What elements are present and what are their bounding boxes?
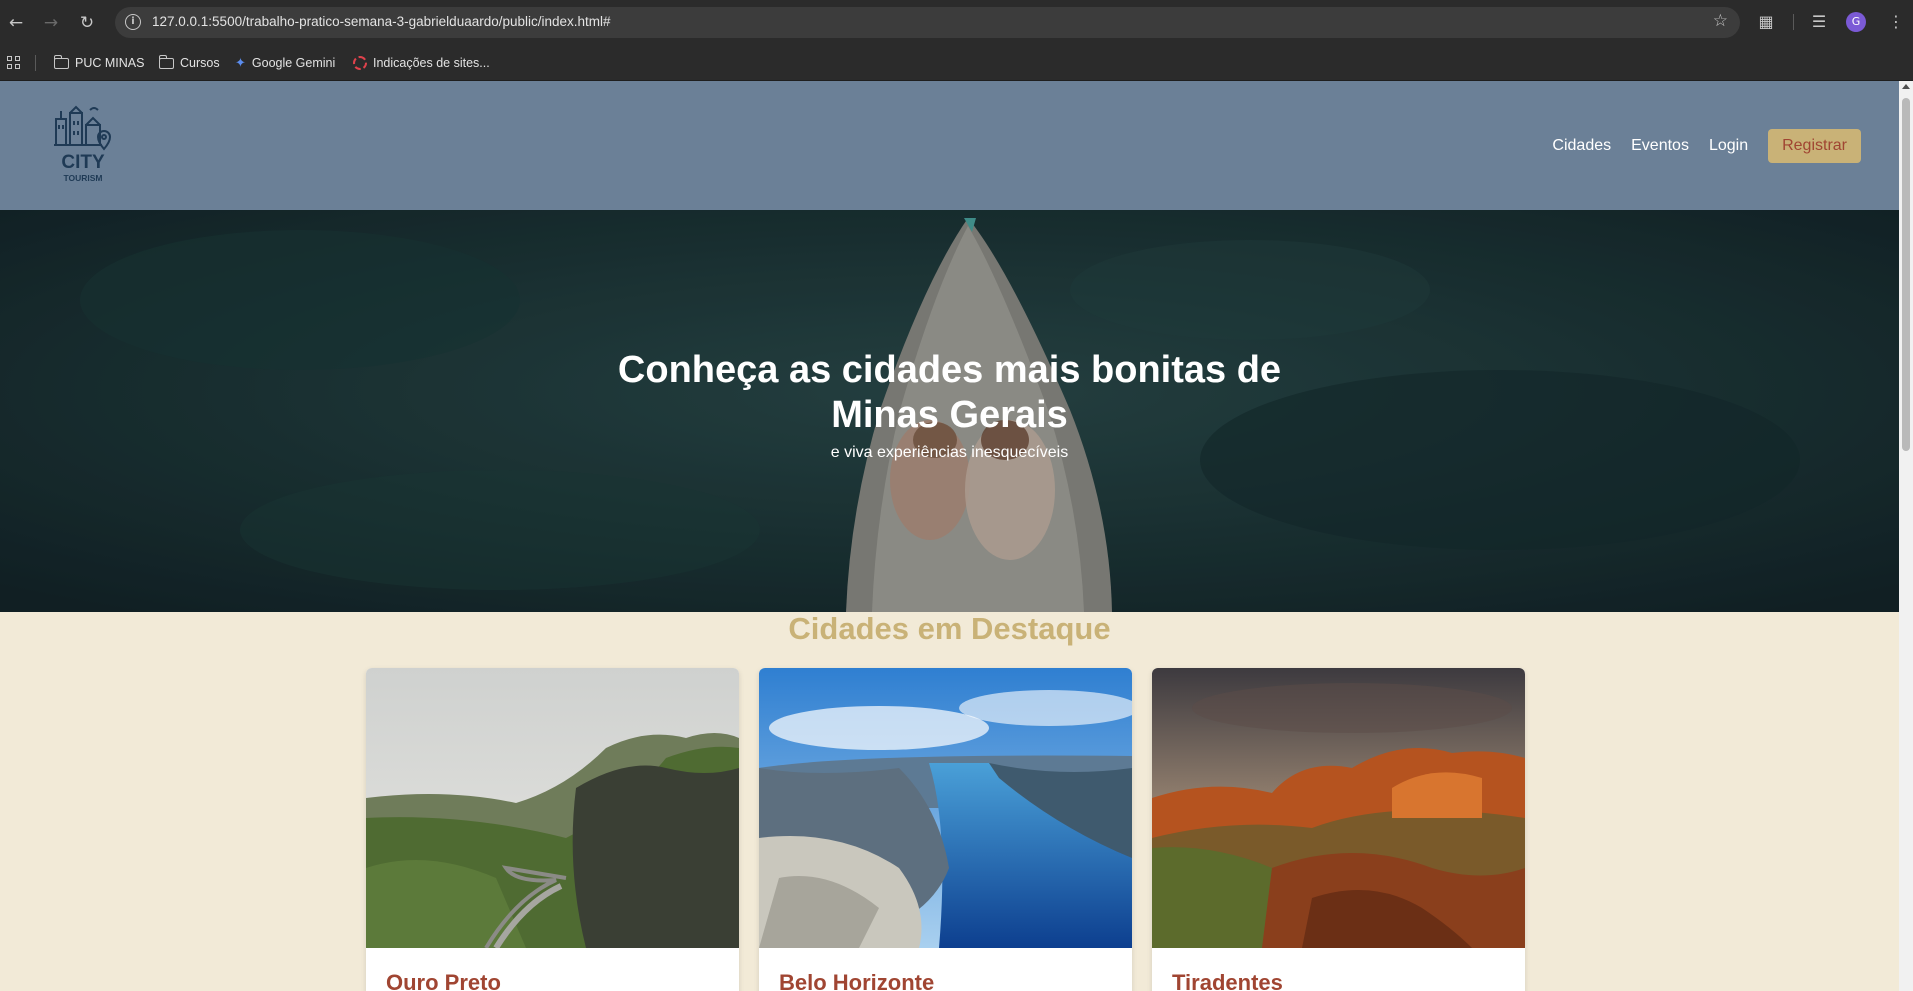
city-card-tiradentes[interactable]: Tiradentes [1152, 668, 1525, 991]
toolbar-divider [1793, 14, 1794, 30]
bookmark-label: Cursos [180, 56, 220, 70]
bookmark-indicacoes[interactable]: Indicações de sites... [353, 45, 490, 81]
nav-link-login[interactable]: Login [1709, 137, 1748, 155]
hero-banner: Conheça as cidades mais bonitas de Minas… [0, 210, 1899, 612]
hero-title: Conheça as cidades mais bonitas de Minas… [617, 349, 1282, 436]
city-card-ouro-preto[interactable]: Ouro Preto [366, 668, 739, 991]
bookmark-label: Google Gemini [251, 56, 336, 70]
page-viewport: CITY TOURISM Cidades Eventos Login Regis… [0, 81, 1899, 991]
media-controls-icon[interactable]: ☰ [1808, 11, 1830, 33]
menu-kebab-icon[interactable]: ⋮ [1885, 11, 1907, 33]
bookmark-cursos[interactable]: Cursos [158, 45, 220, 81]
extensions-icon[interactable]: ▦ [1755, 11, 1777, 33]
bookmark-google-gemini[interactable]: ✦ Google Gemini [235, 45, 335, 81]
city-card-title: Belo Horizonte [779, 970, 935, 991]
hero-subtitle: e viva experiências inesquecíveis [830, 444, 1069, 461]
page-scrollbar[interactable] [1899, 81, 1913, 991]
address-bar-url[interactable]: 127.0.0.1:5500/trabalho-pratico-semana-3… [152, 14, 611, 29]
gemini-icon: ✦ [235, 55, 246, 71]
city-tourism-logo[interactable]: CITY TOURISM [50, 105, 116, 189]
profile-avatar[interactable]: G [1846, 12, 1866, 32]
browser-toolbar: ← → ↻ i 127.0.0.1:5500/trabalho-pratico-… [0, 0, 1913, 45]
scrollbar-thumb[interactable] [1902, 98, 1910, 451]
address-bar[interactable]: i 127.0.0.1:5500/trabalho-pratico-semana… [115, 7, 1740, 38]
back-arrow-icon[interactable]: ← [4, 11, 28, 35]
forward-arrow-icon[interactable]: → [39, 11, 63, 35]
featured-section-title: Cidades em Destaque [788, 611, 1111, 646]
register-button[interactable]: Registrar [1768, 129, 1861, 163]
bookmark-label: Indicações de sites... [373, 56, 490, 70]
main-nav: Cidades Eventos Login Registrar [1552, 129, 1861, 163]
bookmark-label: PUC MINAS [75, 56, 145, 70]
city-card-belo-horizonte[interactable]: Belo Horizonte [759, 668, 1132, 991]
nav-link-eventos[interactable]: Eventos [1631, 137, 1689, 155]
dashed-circle-icon [353, 56, 367, 70]
city-card-title: Ouro Preto [386, 970, 501, 991]
folder-icon [158, 54, 174, 69]
bookmark-star-icon[interactable]: ☆ [1713, 11, 1728, 31]
city-card-title: Tiradentes [1172, 970, 1283, 991]
city-card-image[interactable] [1152, 668, 1525, 948]
site-info-icon[interactable]: i [125, 14, 141, 30]
logo-subtext: TOURISM [63, 173, 102, 183]
bookmark-puc-minas[interactable]: PUC MINAS [53, 45, 145, 81]
bookmarks-divider [35, 55, 36, 71]
city-card-image[interactable] [759, 668, 1132, 948]
city-card-image[interactable] [366, 668, 739, 948]
hero-text: Conheça as cidades mais bonitas de Minas… [0, 348, 1899, 462]
folder-icon [53, 54, 69, 69]
nav-link-cidades[interactable]: Cidades [1552, 137, 1611, 155]
logo-text: CITY [61, 152, 105, 173]
apps-grid-icon[interactable] [7, 56, 21, 70]
reload-icon[interactable]: ↻ [75, 11, 99, 35]
bookmarks-bar: PUC MINAS Cursos ✦ Google Gemini Indicaç… [0, 45, 1913, 81]
site-header: CITY TOURISM Cidades Eventos Login Regis… [0, 81, 1899, 210]
scroll-up-arrow-icon[interactable] [1902, 84, 1910, 89]
